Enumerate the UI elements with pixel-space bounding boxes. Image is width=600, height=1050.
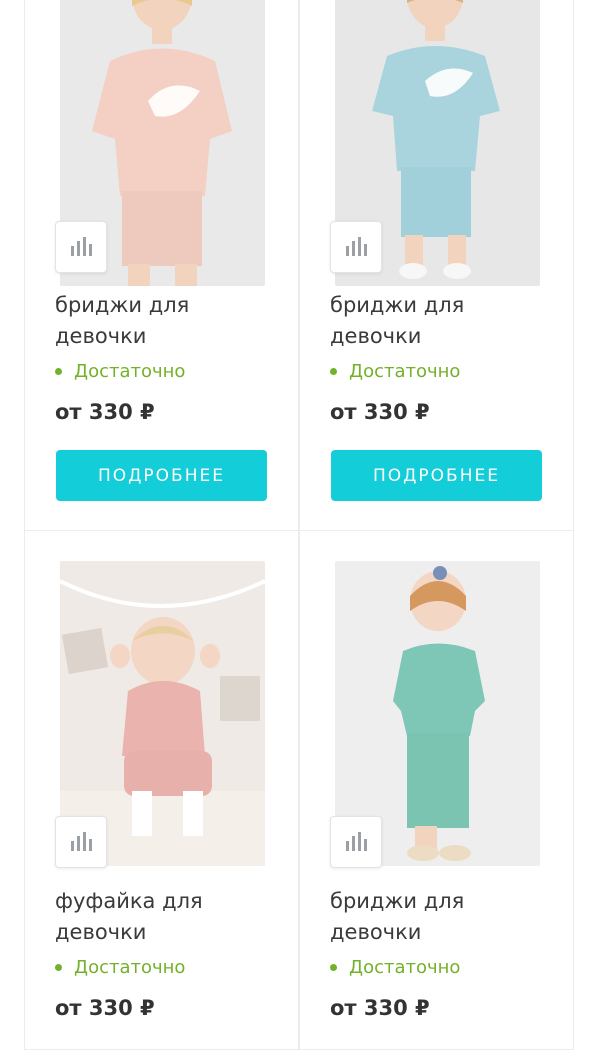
details-button[interactable]: ПОДРОБНЕЕ	[56, 450, 267, 501]
bar-chart-icon	[346, 832, 367, 851]
product-price: от 330 ₽	[55, 400, 155, 424]
stock-dot-icon	[55, 368, 62, 375]
product-title[interactable]: фуфайка для девочки	[55, 886, 275, 948]
stock-dot-icon	[55, 964, 62, 971]
compare-button[interactable]	[330, 816, 382, 868]
product-card[interactable]: бриджи для девочки Достаточно от 330 ₽ П…	[24, 0, 299, 531]
product-title[interactable]: бриджи для девочки	[330, 886, 550, 948]
product-card[interactable]: фуфайка для девочки Достаточно от 330 ₽	[24, 530, 299, 1050]
stock-dot-icon	[330, 368, 337, 375]
compare-button[interactable]	[330, 221, 382, 273]
product-price: от 330 ₽	[330, 400, 430, 424]
stock-status: Достаточно	[330, 361, 460, 382]
product-title[interactable]: бриджи для девочки	[330, 290, 550, 352]
product-card[interactable]: бриджи для девочки Достаточно от 330 ₽ П…	[299, 0, 574, 531]
bar-chart-icon	[346, 237, 367, 256]
product-card[interactable]: бриджи для девочки Достаточно от 330 ₽	[299, 530, 574, 1050]
details-button[interactable]: ПОДРОБНЕЕ	[331, 450, 542, 501]
bar-chart-icon	[71, 832, 92, 851]
bar-chart-icon	[71, 237, 92, 256]
stock-dot-icon	[330, 964, 337, 971]
compare-button[interactable]	[55, 816, 107, 868]
stock-status: Достаточно	[55, 957, 185, 978]
product-price: от 330 ₽	[330, 996, 430, 1020]
stock-status: Достаточно	[330, 957, 460, 978]
product-price: от 330 ₽	[55, 996, 155, 1020]
product-title[interactable]: бриджи для девочки	[55, 290, 275, 352]
stock-status: Достаточно	[55, 361, 185, 382]
compare-button[interactable]	[55, 221, 107, 273]
